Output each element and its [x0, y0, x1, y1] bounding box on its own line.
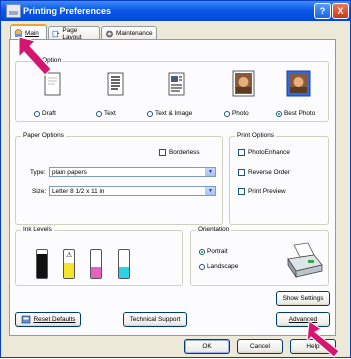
tab-page-layout[interactable]: Page Layout — [48, 26, 100, 41]
photoenhance-label: PhotoEnhance — [248, 149, 290, 156]
maintenance-icon — [106, 30, 113, 37]
checkbox-box — [238, 149, 245, 156]
ok-label: OK — [202, 343, 212, 350]
ink-cartridge — [90, 249, 102, 279]
quality-photo-radio[interactable]: Photo — [224, 110, 249, 117]
ink-levels-group: Ink Levels ⚠ — [15, 226, 183, 286]
landscape-label: Landscape — [207, 263, 239, 270]
portrait-radio[interactable]: Portrait — [199, 248, 228, 255]
ink-cartridge — [36, 249, 48, 279]
borderless-label: Borderless — [169, 149, 200, 156]
quality-draft-radio[interactable]: Draft — [34, 110, 56, 117]
ink-cartridge — [118, 249, 130, 279]
checkbox-box — [238, 188, 245, 195]
quality-best-photo-radio[interactable]: Best Photo — [276, 110, 315, 117]
landscape-radio[interactable]: Landscape — [199, 263, 238, 270]
reset-defaults-button[interactable]: Reset Defaults — [15, 312, 81, 327]
type-label: Type: — [30, 169, 46, 176]
cancel-button[interactable]: Cancel — [237, 339, 283, 354]
ink-levels-label: Ink Levels — [21, 226, 54, 233]
checkbox-box — [159, 149, 166, 156]
print-preview-checkbox[interactable]: Print Preview — [238, 188, 286, 195]
ink-level-fill — [37, 254, 47, 278]
quality-option-group: ity Option Draft Text Text & Image Photo… — [15, 57, 329, 122]
ink-level-fill — [119, 266, 129, 278]
cancel-label: Cancel — [250, 343, 270, 350]
reset-defaults-label: Reset Defaults — [33, 316, 76, 323]
radio-dot — [96, 110, 102, 117]
technical-support-button[interactable]: Technical Support — [123, 312, 187, 327]
portrait-label: Portrait — [207, 248, 228, 255]
size-label: Size: — [32, 188, 47, 195]
borderless-checkbox[interactable]: Borderless — [159, 149, 200, 156]
title-help-button[interactable]: ? — [314, 3, 331, 19]
pointer-arrow-advanced-icon — [306, 320, 340, 358]
print-preview-label: Print Preview — [248, 188, 286, 195]
main-tab-panel: ity Option Draft Text Text & Image Photo… — [9, 39, 336, 336]
text-media-icon[interactable] — [106, 72, 126, 98]
text-image-label: Text & Image — [155, 110, 193, 117]
radio-dot — [224, 110, 230, 117]
photo-label: Photo — [232, 110, 249, 117]
text-image-media-icon[interactable] — [167, 72, 187, 98]
quality-text-radio[interactable]: Text — [96, 110, 116, 117]
print-options-label: Print Options — [235, 132, 276, 139]
title-bar[interactable]: Printing Preferences ? X — [1, 1, 350, 21]
technical-support-label: Technical Support — [129, 316, 181, 323]
radio-dot-selected — [199, 248, 205, 255]
chevron-down-icon[interactable]: ▼ — [205, 168, 215, 176]
pointer-arrow-main-tab-icon — [18, 36, 52, 76]
photoenhance-checkbox[interactable]: PhotoEnhance — [238, 149, 290, 156]
ink-level-fill — [91, 266, 101, 278]
radio-dot — [147, 110, 153, 117]
paper-size-value: Letter 8 1/2 x 11 in — [52, 187, 105, 195]
best-photo-label: Best Photo — [284, 110, 316, 117]
radio-dot — [199, 263, 205, 270]
printer-icon — [287, 242, 323, 279]
paper-options-label: Paper Options — [21, 132, 66, 139]
orientation-label: Orientation — [196, 226, 232, 233]
text-label: Text — [104, 110, 116, 117]
radio-dot-selected — [276, 110, 282, 117]
photo-media-icon[interactable] — [232, 70, 256, 98]
best-photo-media-icon[interactable] — [286, 70, 312, 98]
print-options-group: Print Options PhotoEnhance Reverse Order… — [229, 132, 329, 225]
orientation-group: Orientation Portrait Landscape — [190, 226, 329, 286]
ink-level-fill — [64, 262, 74, 278]
paper-size-select[interactable]: Letter 8 1/2 x 11 in ▼ — [49, 186, 216, 196]
warning-icon: ⚠ — [66, 252, 73, 259]
paper-type-value: plain papers — [52, 168, 87, 176]
printing-preferences-dialog: Printing Preferences ? X Main Page Layou… — [0, 0, 351, 358]
draft-label: Draft — [42, 110, 56, 117]
show-settings-label: Show Settings — [282, 295, 324, 302]
radio-dot — [34, 110, 40, 117]
paper-options-group: Paper Options Borderless Type: plain pap… — [15, 132, 223, 225]
tab-maintenance[interactable]: Maintenance — [101, 26, 157, 40]
ok-button[interactable]: OK — [184, 339, 230, 354]
checkbox-box — [238, 169, 245, 176]
tab-maintenance-label: Maintenance — [116, 30, 153, 37]
show-settings-button[interactable]: Show Settings — [276, 291, 330, 306]
ink-cartridge: ⚠ — [63, 249, 75, 279]
reset-icon — [21, 315, 30, 324]
reverse-order-checkbox[interactable]: Reverse Order — [238, 169, 290, 176]
chevron-down-icon[interactable]: ▼ — [205, 187, 215, 195]
window-title: Printing Preferences — [23, 6, 112, 16]
close-button[interactable]: X — [332, 3, 349, 19]
printer-app-icon — [6, 4, 21, 18]
reverse-order-label: Reverse Order — [248, 169, 290, 176]
paper-type-select[interactable]: plain papers ▼ — [49, 167, 216, 177]
quality-text-image-radio[interactable]: Text & Image — [147, 110, 192, 117]
